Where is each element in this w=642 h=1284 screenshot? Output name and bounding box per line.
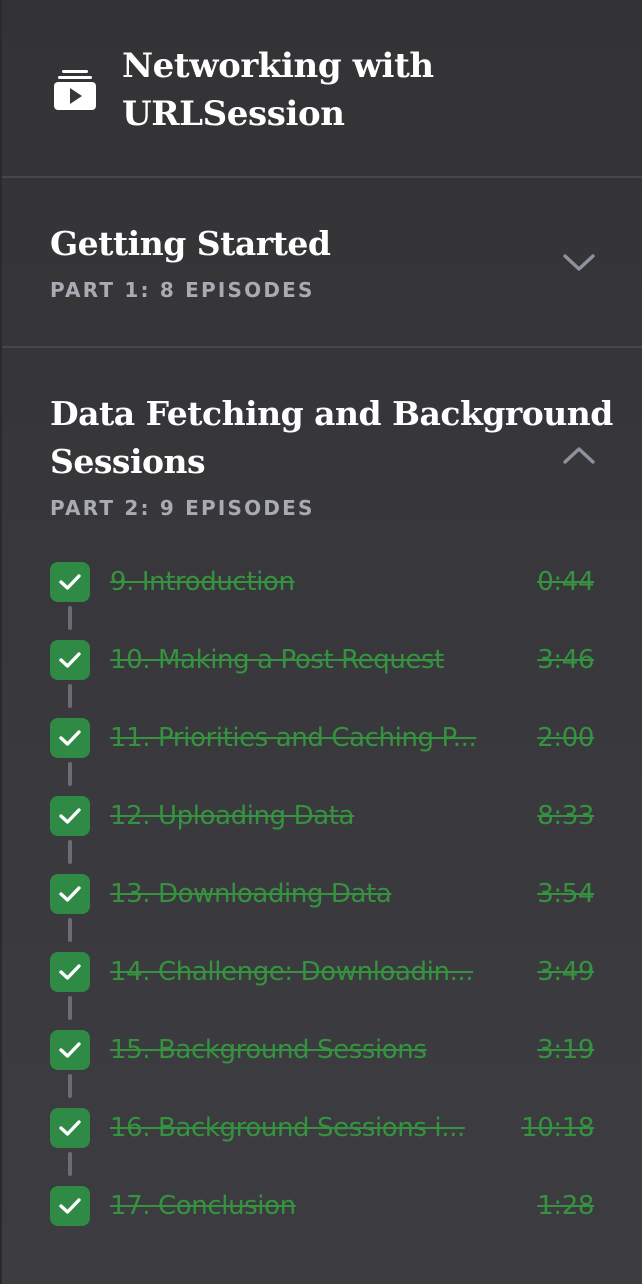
episode-connector	[68, 918, 72, 942]
episode-connector	[68, 684, 72, 708]
checkmark-icon[interactable]	[50, 1030, 90, 1070]
episode-title[interactable]: 9. Introduction	[110, 564, 520, 600]
episode-duration: 10:18	[521, 1113, 594, 1143]
part-2-title-line1: Data Fetching and Background	[50, 394, 613, 433]
checkmark-icon[interactable]	[50, 640, 90, 680]
part-1-title: Getting Started	[50, 224, 331, 263]
episode-row[interactable]: 12. Uploading Data 8:33	[50, 796, 596, 836]
episode-title[interactable]: 11. Priorities and Caching P...	[110, 720, 520, 756]
part-1-section[interactable]: Getting Started PART 1: 8 EPISODES	[2, 178, 642, 348]
part-2-section: Data Fetching and Background Sessions PA…	[2, 348, 642, 1284]
part-2-title-line2: Sessions	[50, 442, 206, 481]
checkmark-icon[interactable]	[50, 1108, 90, 1148]
episode-row[interactable]: 16. Background Sessions i... 10:18	[50, 1108, 596, 1148]
episode-duration: 3:49	[537, 957, 594, 987]
episode-connector	[68, 606, 72, 630]
episode-title[interactable]: 14. Challenge: Downloadin...	[110, 954, 520, 990]
episode-duration: 3:19	[537, 1035, 594, 1065]
episode-row[interactable]: 13. Downloading Data 3:54	[50, 874, 596, 914]
episode-row[interactable]: 9. Introduction 0:44	[50, 562, 596, 602]
episode-duration: 3:46	[537, 645, 594, 675]
episode-row[interactable]: 15. Background Sessions 3:19	[50, 1030, 596, 1070]
episode-connector	[68, 1074, 72, 1098]
course-sidebar: Networking with URLSession Getting Start…	[0, 0, 642, 1284]
episode-connector	[68, 1152, 72, 1176]
checkmark-icon[interactable]	[50, 874, 90, 914]
course-title: Networking with URLSession	[122, 42, 602, 138]
episode-duration: 3:54	[537, 879, 594, 909]
episode-title[interactable]: 17. Conclusion	[110, 1188, 520, 1224]
episode-duration: 1:28	[537, 1191, 594, 1221]
episode-title[interactable]: 10. Making a Post Request	[110, 642, 520, 678]
part-1-subtitle: PART 1: 8 EPISODES	[50, 278, 315, 302]
episode-duration: 0:44	[537, 567, 594, 597]
checkmark-icon[interactable]	[50, 796, 90, 836]
checkmark-icon[interactable]	[50, 1186, 90, 1226]
chevron-down-icon[interactable]	[562, 252, 596, 274]
video-course-icon	[54, 68, 96, 110]
episode-connector	[68, 996, 72, 1020]
episode-duration: 2:00	[537, 723, 594, 753]
part-2-title[interactable]: Data Fetching and Background Sessions	[50, 390, 613, 486]
episode-duration: 8:33	[537, 801, 594, 831]
episode-connector	[68, 840, 72, 864]
episode-connector	[68, 762, 72, 786]
chevron-up-icon[interactable]	[562, 444, 596, 466]
checkmark-icon[interactable]	[50, 718, 90, 758]
course-title-line2: URLSession	[122, 94, 345, 134]
episode-title[interactable]: 12. Uploading Data	[110, 798, 520, 834]
checkmark-icon[interactable]	[50, 562, 90, 602]
episode-row[interactable]: 14. Challenge: Downloadin... 3:49	[50, 952, 596, 992]
course-header: Networking with URLSession	[2, 0, 642, 178]
part-2-subtitle: PART 2: 9 EPISODES	[50, 496, 315, 520]
episode-title[interactable]: 16. Background Sessions i...	[110, 1110, 506, 1146]
episode-title[interactable]: 13. Downloading Data	[110, 876, 520, 912]
course-title-line1: Networking with	[122, 46, 434, 86]
checkmark-icon[interactable]	[50, 952, 90, 992]
episode-title[interactable]: 15. Background Sessions	[110, 1032, 520, 1068]
episode-row[interactable]: 10. Making a Post Request 3:46	[50, 640, 596, 680]
episode-row[interactable]: 17. Conclusion 1:28	[50, 1186, 596, 1226]
episode-row[interactable]: 11. Priorities and Caching P... 2:00	[50, 718, 596, 758]
